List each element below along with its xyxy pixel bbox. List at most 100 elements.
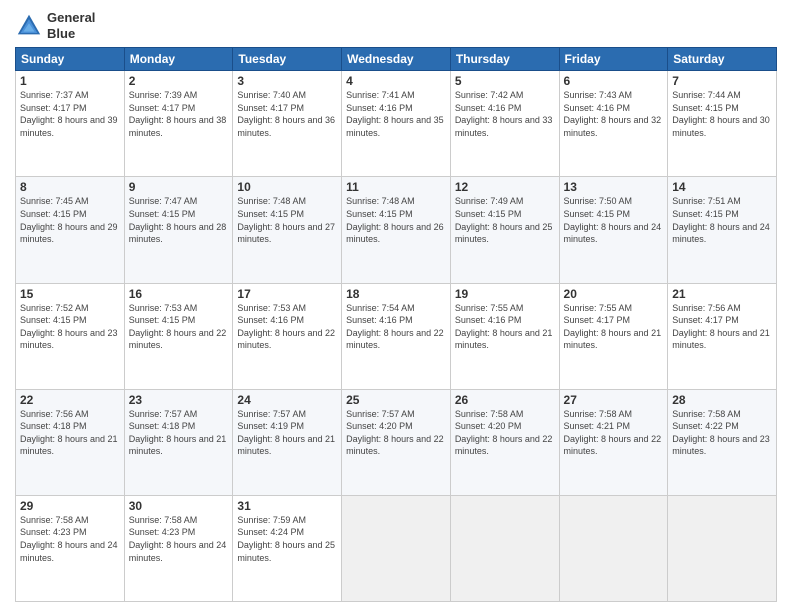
day-number: 10 — [237, 180, 337, 194]
calendar-cell: 16 Sunrise: 7:53 AM Sunset: 4:15 PM Dayl… — [124, 283, 233, 389]
day-info: Sunrise: 7:42 AM Sunset: 4:16 PM Dayligh… — [455, 89, 555, 139]
day-number: 9 — [129, 180, 229, 194]
day-info: Sunrise: 7:45 AM Sunset: 4:15 PM Dayligh… — [20, 195, 120, 245]
day-info: Sunrise: 7:48 AM Sunset: 4:15 PM Dayligh… — [237, 195, 337, 245]
calendar-week-0: 1 Sunrise: 7:37 AM Sunset: 4:17 PM Dayli… — [16, 71, 777, 177]
logo-text: General Blue — [47, 10, 95, 41]
calendar-week-4: 29 Sunrise: 7:58 AM Sunset: 4:23 PM Dayl… — [16, 495, 777, 601]
day-info: Sunrise: 7:44 AM Sunset: 4:15 PM Dayligh… — [672, 89, 772, 139]
day-info: Sunrise: 7:47 AM Sunset: 4:15 PM Dayligh… — [129, 195, 229, 245]
day-number: 14 — [672, 180, 772, 194]
day-info: Sunrise: 7:52 AM Sunset: 4:15 PM Dayligh… — [20, 302, 120, 352]
calendar-cell: 26 Sunrise: 7:58 AM Sunset: 4:20 PM Dayl… — [450, 389, 559, 495]
day-info: Sunrise: 7:55 AM Sunset: 4:16 PM Dayligh… — [455, 302, 555, 352]
day-info: Sunrise: 7:43 AM Sunset: 4:16 PM Dayligh… — [564, 89, 664, 139]
calendar-header-sunday: Sunday — [16, 48, 125, 71]
calendar-week-1: 8 Sunrise: 7:45 AM Sunset: 4:15 PM Dayli… — [16, 177, 777, 283]
calendar-cell: 14 Sunrise: 7:51 AM Sunset: 4:15 PM Dayl… — [668, 177, 777, 283]
day-info: Sunrise: 7:57 AM Sunset: 4:18 PM Dayligh… — [129, 408, 229, 458]
day-info: Sunrise: 7:37 AM Sunset: 4:17 PM Dayligh… — [20, 89, 120, 139]
day-number: 21 — [672, 287, 772, 301]
day-number: 16 — [129, 287, 229, 301]
calendar-cell: 23 Sunrise: 7:57 AM Sunset: 4:18 PM Dayl… — [124, 389, 233, 495]
day-number: 5 — [455, 74, 555, 88]
day-info: Sunrise: 7:56 AM Sunset: 4:18 PM Dayligh… — [20, 408, 120, 458]
calendar-cell: 12 Sunrise: 7:49 AM Sunset: 4:15 PM Dayl… — [450, 177, 559, 283]
day-number: 6 — [564, 74, 664, 88]
day-number: 22 — [20, 393, 120, 407]
day-number: 3 — [237, 74, 337, 88]
calendar-cell: 21 Sunrise: 7:56 AM Sunset: 4:17 PM Dayl… — [668, 283, 777, 389]
day-info: Sunrise: 7:39 AM Sunset: 4:17 PM Dayligh… — [129, 89, 229, 139]
calendar-header-wednesday: Wednesday — [342, 48, 451, 71]
calendar-week-2: 15 Sunrise: 7:52 AM Sunset: 4:15 PM Dayl… — [16, 283, 777, 389]
day-number: 1 — [20, 74, 120, 88]
day-number: 8 — [20, 180, 120, 194]
day-number: 12 — [455, 180, 555, 194]
calendar-cell: 29 Sunrise: 7:58 AM Sunset: 4:23 PM Dayl… — [16, 495, 125, 601]
day-number: 19 — [455, 287, 555, 301]
calendar-cell: 28 Sunrise: 7:58 AM Sunset: 4:22 PM Dayl… — [668, 389, 777, 495]
day-info: Sunrise: 7:49 AM Sunset: 4:15 PM Dayligh… — [455, 195, 555, 245]
day-info: Sunrise: 7:58 AM Sunset: 4:23 PM Dayligh… — [129, 514, 229, 564]
calendar-cell: 1 Sunrise: 7:37 AM Sunset: 4:17 PM Dayli… — [16, 71, 125, 177]
calendar-cell: 5 Sunrise: 7:42 AM Sunset: 4:16 PM Dayli… — [450, 71, 559, 177]
calendar-cell: 27 Sunrise: 7:58 AM Sunset: 4:21 PM Dayl… — [559, 389, 668, 495]
day-number: 24 — [237, 393, 337, 407]
day-info: Sunrise: 7:57 AM Sunset: 4:20 PM Dayligh… — [346, 408, 446, 458]
day-info: Sunrise: 7:40 AM Sunset: 4:17 PM Dayligh… — [237, 89, 337, 139]
calendar-cell: 4 Sunrise: 7:41 AM Sunset: 4:16 PM Dayli… — [342, 71, 451, 177]
day-number: 29 — [20, 499, 120, 513]
calendar-header-saturday: Saturday — [668, 48, 777, 71]
day-number: 25 — [346, 393, 446, 407]
day-info: Sunrise: 7:53 AM Sunset: 4:15 PM Dayligh… — [129, 302, 229, 352]
day-number: 2 — [129, 74, 229, 88]
day-info: Sunrise: 7:58 AM Sunset: 4:20 PM Dayligh… — [455, 408, 555, 458]
calendar-cell: 18 Sunrise: 7:54 AM Sunset: 4:16 PM Dayl… — [342, 283, 451, 389]
day-number: 11 — [346, 180, 446, 194]
day-number: 23 — [129, 393, 229, 407]
day-info: Sunrise: 7:41 AM Sunset: 4:16 PM Dayligh… — [346, 89, 446, 139]
day-info: Sunrise: 7:58 AM Sunset: 4:21 PM Dayligh… — [564, 408, 664, 458]
day-info: Sunrise: 7:57 AM Sunset: 4:19 PM Dayligh… — [237, 408, 337, 458]
calendar-cell: 9 Sunrise: 7:47 AM Sunset: 4:15 PM Dayli… — [124, 177, 233, 283]
calendar-cell: 17 Sunrise: 7:53 AM Sunset: 4:16 PM Dayl… — [233, 283, 342, 389]
logo: General Blue — [15, 10, 95, 41]
calendar-cell: 15 Sunrise: 7:52 AM Sunset: 4:15 PM Dayl… — [16, 283, 125, 389]
day-number: 31 — [237, 499, 337, 513]
calendar-cell: 19 Sunrise: 7:55 AM Sunset: 4:16 PM Dayl… — [450, 283, 559, 389]
day-info: Sunrise: 7:54 AM Sunset: 4:16 PM Dayligh… — [346, 302, 446, 352]
calendar-cell — [668, 495, 777, 601]
calendar-cell — [450, 495, 559, 601]
day-number: 4 — [346, 74, 446, 88]
day-info: Sunrise: 7:51 AM Sunset: 4:15 PM Dayligh… — [672, 195, 772, 245]
calendar-cell: 24 Sunrise: 7:57 AM Sunset: 4:19 PM Dayl… — [233, 389, 342, 495]
day-number: 13 — [564, 180, 664, 194]
day-info: Sunrise: 7:55 AM Sunset: 4:17 PM Dayligh… — [564, 302, 664, 352]
calendar-header-thursday: Thursday — [450, 48, 559, 71]
calendar-cell — [559, 495, 668, 601]
day-info: Sunrise: 7:58 AM Sunset: 4:23 PM Dayligh… — [20, 514, 120, 564]
calendar-cell: 2 Sunrise: 7:39 AM Sunset: 4:17 PM Dayli… — [124, 71, 233, 177]
calendar-body: 1 Sunrise: 7:37 AM Sunset: 4:17 PM Dayli… — [16, 71, 777, 602]
calendar-header-tuesday: Tuesday — [233, 48, 342, 71]
day-info: Sunrise: 7:50 AM Sunset: 4:15 PM Dayligh… — [564, 195, 664, 245]
day-info: Sunrise: 7:53 AM Sunset: 4:16 PM Dayligh… — [237, 302, 337, 352]
calendar-cell: 31 Sunrise: 7:59 AM Sunset: 4:24 PM Dayl… — [233, 495, 342, 601]
day-number: 30 — [129, 499, 229, 513]
header: General Blue — [15, 10, 777, 41]
day-number: 27 — [564, 393, 664, 407]
calendar-cell: 25 Sunrise: 7:57 AM Sunset: 4:20 PM Dayl… — [342, 389, 451, 495]
calendar-week-3: 22 Sunrise: 7:56 AM Sunset: 4:18 PM Dayl… — [16, 389, 777, 495]
calendar-cell: 13 Sunrise: 7:50 AM Sunset: 4:15 PM Dayl… — [559, 177, 668, 283]
calendar-cell: 8 Sunrise: 7:45 AM Sunset: 4:15 PM Dayli… — [16, 177, 125, 283]
day-number: 26 — [455, 393, 555, 407]
day-info: Sunrise: 7:56 AM Sunset: 4:17 PM Dayligh… — [672, 302, 772, 352]
calendar-cell: 7 Sunrise: 7:44 AM Sunset: 4:15 PM Dayli… — [668, 71, 777, 177]
day-number: 17 — [237, 287, 337, 301]
calendar-header-monday: Monday — [124, 48, 233, 71]
calendar-header-friday: Friday — [559, 48, 668, 71]
calendar-cell — [342, 495, 451, 601]
calendar-cell: 11 Sunrise: 7:48 AM Sunset: 4:15 PM Dayl… — [342, 177, 451, 283]
day-info: Sunrise: 7:48 AM Sunset: 4:15 PM Dayligh… — [346, 195, 446, 245]
